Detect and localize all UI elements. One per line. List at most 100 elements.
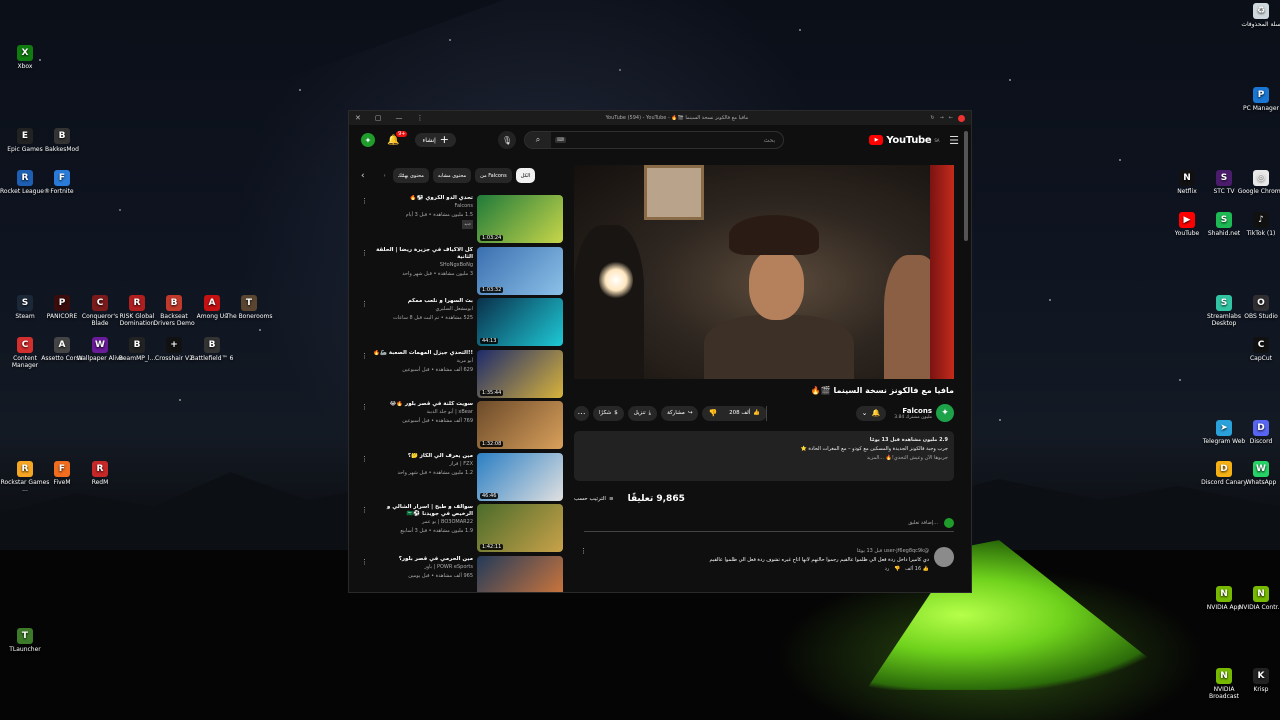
search-box[interactable]: ⌕ ⌨ بحث: [524, 131, 785, 149]
related-more-icon[interactable]: ⋮: [361, 247, 371, 295]
hamburger-menu-icon[interactable]: ☰: [949, 134, 959, 147]
back-icon[interactable]: ←: [949, 115, 953, 121]
related-title[interactable]: بث السهرا و نلعب ممكم: [371, 298, 473, 305]
related-title[interactable]: سوالف و طبخ | اسرار الشالي و الرخيص في ج…: [371, 504, 473, 518]
search-input[interactable]: بحث: [566, 137, 783, 144]
thanks-button[interactable]: شكرًا $: [593, 405, 624, 421]
related-video-item[interactable]: ⋮ سوالف و طبخ | اسرار الشالي و الرخيص في …: [361, 504, 563, 552]
desktop-shortcut[interactable]: T TLauncher: [0, 628, 50, 653]
search-button[interactable]: ⌕: [525, 132, 552, 148]
description-more[interactable]: جربوها الآن وعيش التحدي!🔥 ...المزيد: [580, 454, 948, 463]
comment-dislike-icon[interactable]: 👎: [894, 566, 900, 572]
chip-all[interactable]: الكل: [515, 168, 536, 183]
channel-name[interactable]: Falcons: [894, 407, 932, 415]
desktop-shortcut[interactable]: P PC Manager: [1236, 87, 1280, 112]
related-title[interactable]: !!التحدي جيزل المهمات الصعبة 🦾🔥: [371, 350, 473, 357]
desktop-shortcut[interactable]: X Xbox: [0, 45, 50, 70]
desktop-shortcut[interactable]: C CapCut: [1236, 337, 1280, 362]
comment-avatar[interactable]: [934, 547, 954, 567]
like-button[interactable]: 208 ألف 👍: [723, 405, 768, 421]
chip-similar[interactable]: محتوى مشابه: [432, 168, 472, 183]
related-thumbnail[interactable]: 53:26: [477, 555, 563, 592]
forward-icon[interactable]: →: [940, 115, 944, 121]
sort-button[interactable]: ≡ الترتيب حسب: [574, 496, 614, 502]
related-video-item[interactable]: ⋮ سويت كلنة في قصر بلور 🔥😂 xBear | أبو جلد…: [361, 401, 563, 449]
related-more-icon[interactable]: ⋮: [361, 556, 371, 593]
related-title[interactable]: كل الأكياف في جزيرة ريضا | الحلقة الثاني…: [371, 247, 473, 261]
comment-like-icon[interactable]: 👍: [923, 566, 929, 572]
desktop-shortcut[interactable]: O OBS Studio: [1236, 295, 1280, 320]
chip-for-you[interactable]: محتوى يهمّك: [392, 168, 429, 183]
related-video-item[interactable]: ⋮ مين يعرف الي الكاز 🤔؟ FZX | فراز 1.2 مليو…: [361, 452, 563, 501]
voice-search-button[interactable]: 🎙: [498, 131, 517, 149]
related-channel[interactable]: SHoNgxBoNg: [371, 261, 473, 270]
related-more-icon[interactable]: ⋮: [361, 401, 371, 449]
desktop-shortcut[interactable]: F Fortnite: [37, 170, 87, 195]
notifications-button[interactable]: 🔔 9+: [387, 130, 408, 146]
subscribed-button[interactable]: ⌄ 🔔: [855, 405, 887, 421]
related-thumbnail[interactable]: 44:13: [477, 298, 563, 346]
download-button[interactable]: تنزيل ⤓: [627, 405, 658, 421]
share-button[interactable]: مشاركة ↪: [661, 405, 699, 421]
related-channel[interactable]: Falcons: [371, 202, 473, 211]
related-video-item[interactable]: ⋮ كل الأكياف في جزيرة ريضا | الحلقة الثان…: [361, 246, 563, 295]
related-channel[interactable]: FZX | فراز: [371, 460, 473, 469]
desktop-shortcut[interactable]: B Battlefield™ 6: [187, 337, 237, 362]
youtube-logo[interactable]: ▶ YouTube SA: [869, 135, 939, 146]
maximize-icon[interactable]: ▢: [375, 114, 382, 122]
related-more-icon[interactable]: ⋮: [361, 298, 371, 346]
related-channel[interactable]: BO3OMAR22 | بو عمر: [371, 518, 473, 527]
close-window-icon[interactable]: ✕: [355, 114, 361, 122]
desktop-shortcut[interactable]: ♻ سلة المحذوفات: [1236, 3, 1280, 28]
desktop-shortcut[interactable]: W WhatsApp: [1236, 461, 1280, 486]
related-video-item[interactable]: ⋮ !!التحدي جيزل المهمات الصعبة 🦾🔥 أبو مرية…: [361, 349, 563, 398]
channel-avatar[interactable]: ✦: [936, 404, 954, 422]
video-player[interactable]: [574, 165, 954, 379]
desktop-shortcut[interactable]: N NVIDIA Contr...: [1236, 586, 1280, 611]
related-channel[interactable]: أبو مرية: [371, 357, 473, 366]
related-more-icon[interactable]: ⋮: [361, 350, 371, 398]
desktop-shortcut[interactable]: K Krisp: [1236, 668, 1280, 693]
related-more-icon[interactable]: ⋮: [361, 195, 371, 243]
more-actions-button[interactable]: ⋯: [574, 405, 589, 421]
related-thumbnail[interactable]: 46:46: [477, 452, 563, 501]
comment-reply-button[interactable]: رد: [885, 566, 890, 572]
related-more-icon[interactable]: ⋮: [361, 504, 371, 552]
related-title[interactable]: مين الحرمي في قصر بلور؟: [371, 556, 473, 563]
account-avatar[interactable]: ✦: [361, 133, 375, 147]
desktop-shortcut[interactable]: T The Bonerooms: [224, 295, 274, 320]
related-channel[interactable]: ابومشعل السليري: [371, 305, 474, 314]
keyboard-icon[interactable]: ⌨: [555, 137, 567, 143]
related-thumbnail[interactable]: 1:35:44: [477, 349, 563, 398]
comment-more-icon[interactable]: ⋮: [580, 547, 587, 555]
channel-info[interactable]: Falcons 3.84 مليون مشترك ✦: [894, 404, 954, 422]
chip-from-falcons[interactable]: من Falcons: [475, 168, 512, 183]
related-more-icon[interactable]: ⋮: [361, 453, 371, 501]
desktop-shortcut[interactable]: R RedM: [75, 461, 125, 486]
related-thumbnail[interactable]: 1:03:24: [477, 195, 563, 243]
add-comment-input[interactable]: إضافة تعليق...: [908, 520, 938, 526]
related-channel[interactable]: xBear | أبو جلد الدببة: [371, 408, 474, 417]
chevron-left-icon[interactable]: ‹: [361, 171, 365, 181]
page-scrollbar[interactable]: [964, 131, 968, 241]
related-title[interactable]: تحدي الدو الكروي ⚽🔥: [371, 195, 473, 202]
comment-author[interactable]: @user-jf6eg8qc9k قبل 13 يومًا: [710, 547, 929, 556]
window-menu-icon[interactable]: ⋮: [417, 114, 424, 122]
dislike-button[interactable]: 👎: [702, 406, 723, 421]
desktop-shortcut[interactable]: B BakkesMod: [37, 128, 87, 153]
related-video-item[interactable]: ⋮ تحدي الدو الكروي ⚽🔥 Falcons 1.5 مليون مشا…: [361, 195, 563, 243]
create-button[interactable]: إنشاء +: [415, 133, 457, 147]
related-title[interactable]: مين يعرف الي الكاز 🤔؟: [371, 453, 473, 460]
description-box[interactable]: 2.9 مليون مشاهدة قبل 13 يومًا جرب وجبة ف…: [574, 431, 954, 481]
comment-username[interactable]: @user-jf6eg8qc9k: [884, 548, 929, 554]
desktop-shortcut[interactable]: D Discord: [1236, 420, 1280, 445]
related-thumbnail[interactable]: 1:32:08: [477, 401, 563, 449]
desktop-shortcut[interactable]: ◎ Google Chrome: [1236, 170, 1280, 195]
minimize-icon[interactable]: —: [396, 114, 403, 122]
related-thumbnail[interactable]: 1:03:32: [477, 246, 563, 295]
desktop-shortcut[interactable]: ♪ TikTok (1): [1236, 212, 1280, 237]
chip-scroll-left[interactable]: ›: [381, 168, 389, 183]
reload-icon[interactable]: ↻: [930, 115, 934, 121]
related-video-item[interactable]: ⋮ مين الحرمي في قصر بلور؟ POWR eSports | ب…: [361, 555, 563, 593]
related-channel[interactable]: POWR eSports | باور: [371, 563, 473, 572]
